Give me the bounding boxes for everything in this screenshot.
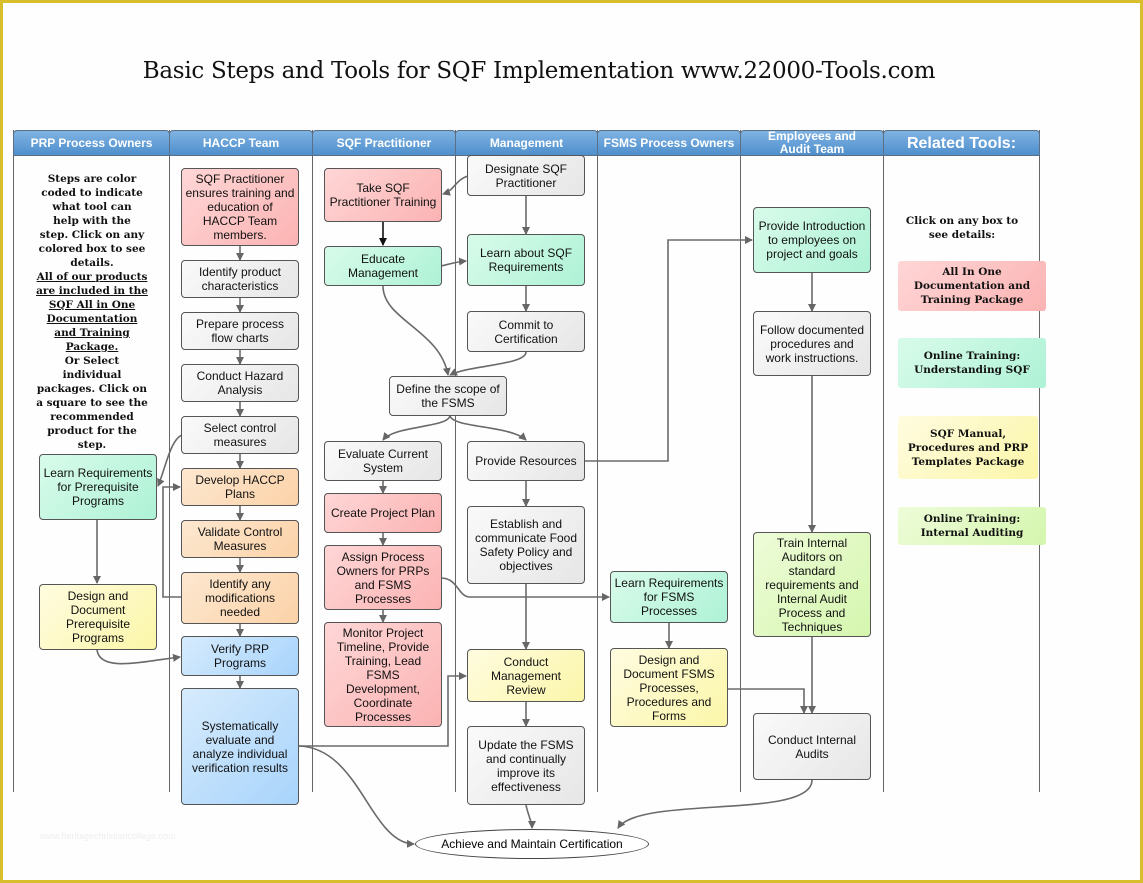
- step-haccp-training[interactable]: SQF Practitioner ensures training and ed…: [181, 168, 299, 246]
- step-haccp-flow[interactable]: Prepare process flow charts: [181, 312, 299, 350]
- step-haccp-evaluate[interactable]: Systematically evaluate and analyze indi…: [181, 688, 299, 805]
- note-tools-hint: Click on any box to see details:: [905, 215, 1019, 241]
- step-emp-intro[interactable]: Provide Introduction to employees on pro…: [753, 207, 871, 273]
- tool-all-in-one[interactable]: All In One Documentation and Training Pa…: [898, 261, 1046, 311]
- note-color-coding: Steps are color coded to indicate what t…: [38, 173, 146, 269]
- watermark: www.heritagechristiancollege.com: [40, 831, 176, 841]
- step-mgmt-commit[interactable]: Commit to Certification: [467, 311, 585, 352]
- step-sqf-monitor[interactable]: Monitor Project Timeline, Provide Traini…: [324, 622, 442, 727]
- step-sqf-plan[interactable]: Create Project Plan: [324, 493, 442, 533]
- tool-internal-auditing[interactable]: Online Training: Internal Auditing: [898, 507, 1046, 545]
- step-haccp-modify[interactable]: Identify any modifications needed: [181, 572, 299, 624]
- step-mgmt-policy[interactable]: Establish and communicate Food Safety Po…: [467, 506, 585, 584]
- lane-header-tools: Related Tools:: [883, 130, 1040, 156]
- step-sqf-assign[interactable]: Assign Process Owners for PRPs and FSMS …: [324, 545, 442, 610]
- lane-header-management: Management: [455, 130, 598, 156]
- lane-header-prp: PRP Process Owners: [13, 130, 170, 156]
- all-products-link[interactable]: All of our products are included in the …: [36, 271, 148, 353]
- step-mgmt-update[interactable]: Update the FSMS and continually improve …: [467, 726, 585, 805]
- step-sqf-scope[interactable]: Define the scope of the FSMS: [389, 376, 507, 416]
- lane-header-haccp: HACCP Team: [169, 130, 313, 156]
- lane-header-employees: Employees and Audit Team: [740, 130, 884, 156]
- step-emp-audit[interactable]: Conduct Internal Audits: [753, 713, 871, 780]
- step-mgmt-review[interactable]: Conduct Management Review: [467, 649, 585, 702]
- step-mgmt-learn[interactable]: Learn about SQF Requirements: [467, 234, 585, 286]
- step-emp-train[interactable]: Train Internal Auditors on standard requ…: [753, 532, 871, 637]
- lane-header-fsms: FSMS Process Owners: [597, 130, 741, 156]
- note-all-products[interactable]: All of our products are included in the …: [36, 270, 148, 354]
- step-sqf-educate[interactable]: Educate Management: [324, 246, 442, 286]
- step-emp-follow[interactable]: Follow documented procedures and work in…: [753, 311, 871, 376]
- step-mgmt-designate[interactable]: Designate SQF Practitioner: [467, 155, 585, 196]
- step-haccp-select[interactable]: Select control measures: [181, 416, 299, 454]
- step-prp-design[interactable]: Design and Document Prerequisite Program…: [39, 584, 157, 650]
- lane-header-sqf: SQF Practitioner: [312, 130, 456, 156]
- note-select-individual: Or Select individual packages. Click on …: [36, 355, 148, 451]
- step-haccp-validate[interactable]: Validate Control Measures: [181, 520, 299, 558]
- step-haccp-identify[interactable]: Identify product characteristics: [181, 260, 299, 298]
- step-fsms-design[interactable]: Design and Document FSMS Processes, Proc…: [610, 648, 728, 727]
- step-mgmt-resources[interactable]: Provide Resources: [467, 441, 585, 481]
- step-prp-learn[interactable]: Learn Requirements for Prerequisite Prog…: [39, 454, 157, 520]
- tool-manual-templates[interactable]: SQF Manual, Procedures and PRP Templates…: [898, 416, 1038, 479]
- step-sqf-training[interactable]: Take SQF Practitioner Training: [324, 168, 442, 222]
- step-sqf-evaluate[interactable]: Evaluate Current System: [324, 441, 442, 481]
- step-haccp-hazard[interactable]: Conduct Hazard Analysis: [181, 364, 299, 402]
- step-haccp-develop[interactable]: Develop HACCP Plans: [181, 468, 299, 506]
- step-fsms-learn[interactable]: Learn Requirements for FSMS Processes: [610, 571, 728, 623]
- step-haccp-verify[interactable]: Verify PRP Programs: [181, 636, 299, 676]
- tool-understanding-sqf[interactable]: Online Training: Understanding SQF: [898, 338, 1046, 388]
- step-final-certification[interactable]: Achieve and Maintain Certification: [415, 829, 649, 859]
- page-title: Basic Steps and Tools for SQF Implementa…: [142, 58, 936, 84]
